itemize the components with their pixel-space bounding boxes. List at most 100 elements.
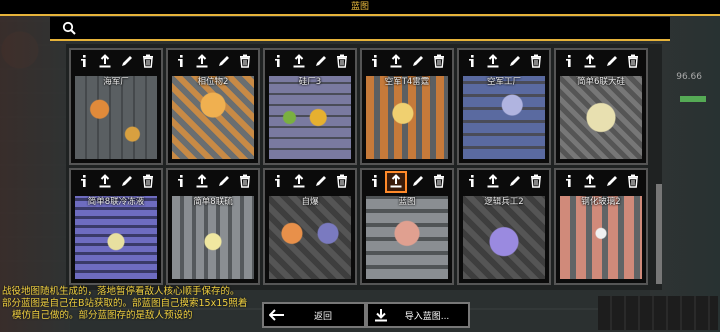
info-button[interactable] xyxy=(560,173,578,191)
delete-button[interactable] xyxy=(333,53,351,71)
share-button[interactable] xyxy=(385,171,408,193)
delete-button[interactable] xyxy=(139,53,157,71)
blueprint-dialog: 海军厂 相位物2 硅厂3 空军T4雷霆 空军工厂 简单6联大硅简单8联冷冻液 简单8联硫 自爆… xyxy=(66,44,662,290)
info-button[interactable] xyxy=(75,173,93,191)
blueprint-preview[interactable] xyxy=(366,196,448,279)
delete-button[interactable] xyxy=(624,53,642,71)
share-button[interactable] xyxy=(484,53,502,71)
share-button[interactable] xyxy=(484,173,502,191)
blueprint-preview[interactable] xyxy=(366,76,448,159)
blueprint-preview[interactable] xyxy=(75,196,157,279)
edit-button[interactable] xyxy=(215,173,233,191)
blueprint-preview[interactable] xyxy=(463,76,545,159)
info-button[interactable] xyxy=(366,173,384,191)
share-button[interactable] xyxy=(581,173,599,191)
blueprint-name: 简单8联硫 xyxy=(193,197,233,207)
import-blueprint-button[interactable]: 导入蓝图... xyxy=(366,302,470,328)
info-button[interactable] xyxy=(269,173,287,191)
info-button[interactable] xyxy=(463,173,481,191)
share-button[interactable] xyxy=(193,173,211,191)
info-button[interactable] xyxy=(560,53,578,71)
back-button[interactable]: 返回 xyxy=(262,302,366,328)
edit-button[interactable] xyxy=(409,173,427,191)
blueprint-card[interactable]: 简单8联冷冻液 xyxy=(69,168,163,285)
edit-button[interactable] xyxy=(118,173,136,191)
share-icon xyxy=(389,53,403,72)
blueprint-name: 海军厂 xyxy=(103,77,129,87)
blueprint-toolbar xyxy=(168,170,258,194)
blueprint-card[interactable]: 逻辑兵工2 xyxy=(457,168,551,285)
share-icon xyxy=(583,173,597,192)
edit-button[interactable] xyxy=(603,53,621,71)
blueprint-name: 空军T4雷霆 xyxy=(384,77,430,87)
blueprint-name: 蓝图 xyxy=(398,197,416,207)
edit-button[interactable] xyxy=(312,53,330,71)
info-button[interactable] xyxy=(75,53,93,71)
blueprint-card[interactable]: 空军工厂 xyxy=(457,48,551,165)
blueprint-card[interactable]: 自爆 xyxy=(263,168,357,285)
blueprint-preview[interactable] xyxy=(172,76,254,159)
edit-button[interactable] xyxy=(506,53,524,71)
hud-build-menu xyxy=(598,296,718,330)
info-icon xyxy=(563,53,575,72)
share-icon xyxy=(98,53,112,72)
delete-button[interactable] xyxy=(430,173,448,191)
edit-button[interactable] xyxy=(215,53,233,71)
blueprint-preview[interactable] xyxy=(560,196,642,279)
delete-button[interactable] xyxy=(430,53,448,71)
share-icon xyxy=(583,53,597,72)
edit-icon xyxy=(411,53,425,72)
share-button[interactable] xyxy=(193,53,211,71)
info-button[interactable] xyxy=(463,53,481,71)
blueprint-toolbar xyxy=(168,50,258,74)
info-button[interactable] xyxy=(269,53,287,71)
blueprint-preview[interactable] xyxy=(560,76,642,159)
share-button[interactable] xyxy=(96,53,114,71)
delete-button[interactable] xyxy=(527,173,545,191)
share-button[interactable] xyxy=(290,53,308,71)
delete-button[interactable] xyxy=(236,53,254,71)
edit-button[interactable] xyxy=(409,53,427,71)
blueprint-card[interactable]: 空军T4雷霆 xyxy=(360,48,454,165)
share-button[interactable] xyxy=(96,173,114,191)
search-bar[interactable] xyxy=(50,17,670,41)
blueprint-preview[interactable] xyxy=(269,196,351,279)
blueprint-toolbar xyxy=(556,170,646,194)
share-button[interactable] xyxy=(581,53,599,71)
blueprint-preview[interactable] xyxy=(75,76,157,159)
info-button[interactable] xyxy=(172,53,190,71)
edit-icon xyxy=(508,53,522,72)
delete-button[interactable] xyxy=(139,173,157,191)
blueprint-name: 自爆 xyxy=(301,197,319,207)
delete-button[interactable] xyxy=(527,53,545,71)
info-button[interactable] xyxy=(366,53,384,71)
footer-line: 部分蓝图是自己在B站获取的。部蓝图自己摸索15x15照着 xyxy=(2,298,248,309)
share-button[interactable] xyxy=(290,173,308,191)
delete-button[interactable] xyxy=(624,173,642,191)
scrollbar[interactable] xyxy=(656,184,662,284)
share-icon xyxy=(195,53,209,72)
blueprint-card[interactable]: 简单8联硫 xyxy=(166,168,260,285)
blueprint-preview[interactable] xyxy=(463,196,545,279)
blueprint-card[interactable]: 简单6联大硅 xyxy=(554,48,648,165)
blueprint-card[interactable]: 相位物2 xyxy=(166,48,260,165)
blueprint-card[interactable]: 蓝图 xyxy=(360,168,454,285)
info-icon xyxy=(175,53,187,72)
edit-button[interactable] xyxy=(603,173,621,191)
edit-button[interactable] xyxy=(118,53,136,71)
blueprint-card[interactable]: 硅厂3 xyxy=(263,48,357,165)
delete-button[interactable] xyxy=(236,173,254,191)
info-button[interactable] xyxy=(172,173,190,191)
edit-button[interactable] xyxy=(506,173,524,191)
delete-icon xyxy=(239,53,251,72)
blueprint-card[interactable]: 钢化玻璃2 xyxy=(554,168,648,285)
share-button[interactable] xyxy=(387,53,405,71)
blueprint-preview[interactable] xyxy=(172,196,254,279)
blueprint-preview[interactable] xyxy=(269,76,351,159)
delete-button[interactable] xyxy=(333,173,351,191)
edit-button[interactable] xyxy=(312,173,330,191)
info-icon xyxy=(78,173,90,192)
back-arrow-icon xyxy=(264,309,290,321)
blueprint-card[interactable]: 海军厂 xyxy=(69,48,163,165)
blueprint-toolbar xyxy=(265,50,355,74)
